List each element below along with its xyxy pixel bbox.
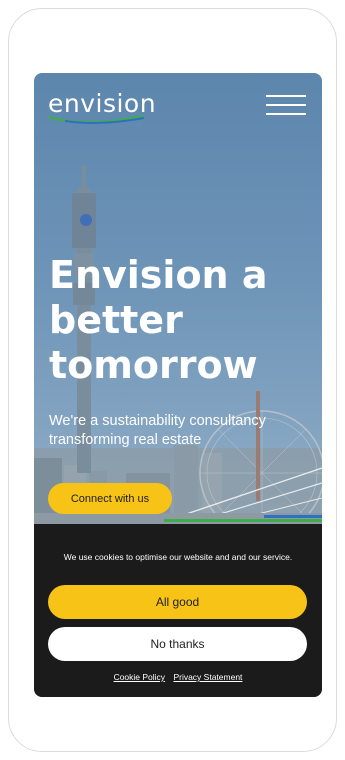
hero-subtitle: We're a sustainability consultancy trans…: [49, 413, 266, 448]
browser-viewport: envision Envision a better tomorrow We'r…: [34, 73, 322, 697]
cookie-banner: We use cookies to optimise our website a…: [34, 524, 322, 697]
hero-title-line: Envision a: [49, 253, 268, 297]
hero-title-line: better: [49, 298, 183, 342]
connect-with-us-button[interactable]: Connect with us: [48, 483, 172, 514]
cookie-links: Cookie Policy Privacy Statement: [34, 672, 322, 682]
accept-cookies-button[interactable]: All good: [48, 585, 307, 619]
privacy-statement-link[interactable]: Privacy Statement: [173, 672, 242, 682]
hero-title: Envision a better tomorrow: [49, 253, 314, 388]
menu-button[interactable]: [266, 93, 308, 117]
logo-swoosh-icon: [48, 114, 145, 124]
site-header: envision: [34, 73, 322, 133]
cookie-policy-link[interactable]: Cookie Policy: [114, 672, 166, 682]
hero-title-line: tomorrow: [49, 343, 258, 387]
cookie-message: We use cookies to optimise our website a…: [63, 552, 293, 562]
decline-cookies-button[interactable]: No thanks: [48, 627, 307, 661]
